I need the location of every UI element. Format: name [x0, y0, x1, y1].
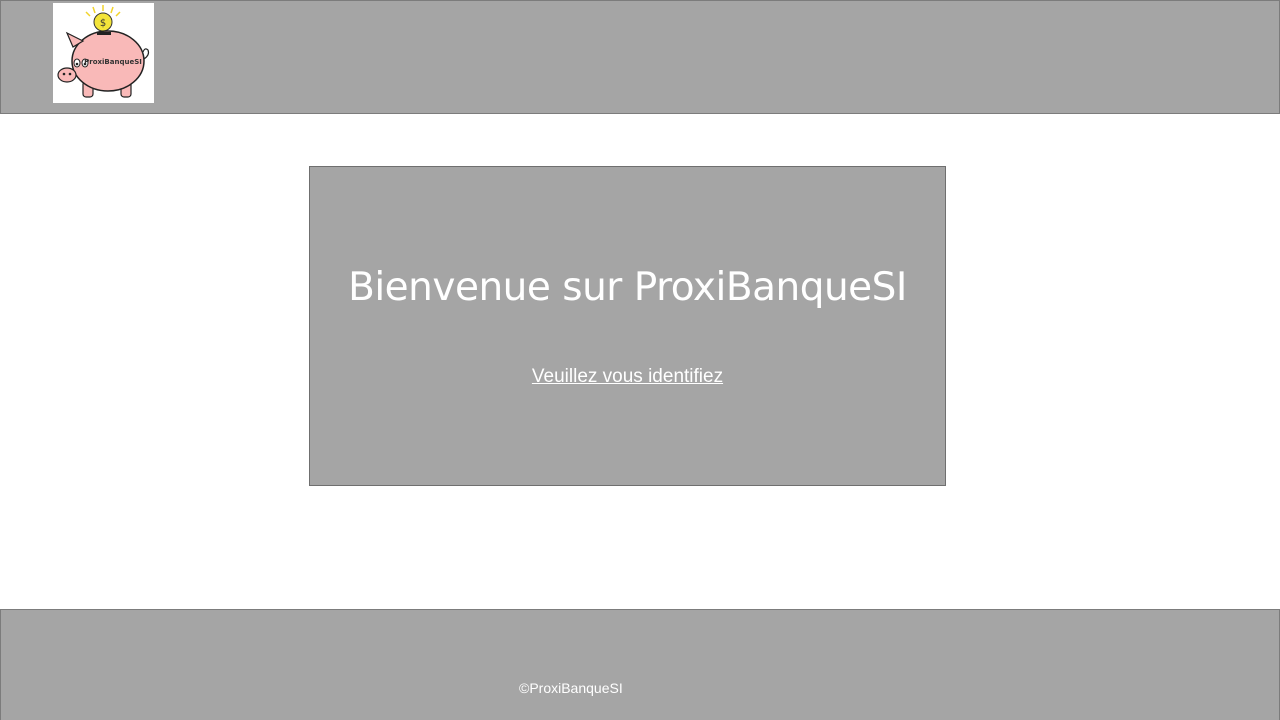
- page-footer: ©ProxiBanqueSI: [0, 609, 1280, 720]
- copyright-text: ©ProxiBanqueSI: [519, 680, 623, 696]
- welcome-title: Bienvenue sur ProxiBanqueSI: [348, 265, 907, 310]
- page-header: $ ProxiBanqueSI: [0, 0, 1280, 114]
- logo-text: ProxiBanqueSI: [84, 58, 142, 66]
- piggy-bank-logo-icon: $ ProxiBanqueSI: [53, 3, 154, 103]
- welcome-panel: Bienvenue sur ProxiBanqueSI Veuillez vou…: [309, 166, 946, 486]
- svg-text:$: $: [100, 18, 106, 29]
- login-link-container: Veuillez vous identifiez: [310, 366, 945, 388]
- login-link[interactable]: Veuillez vous identifiez: [532, 366, 723, 387]
